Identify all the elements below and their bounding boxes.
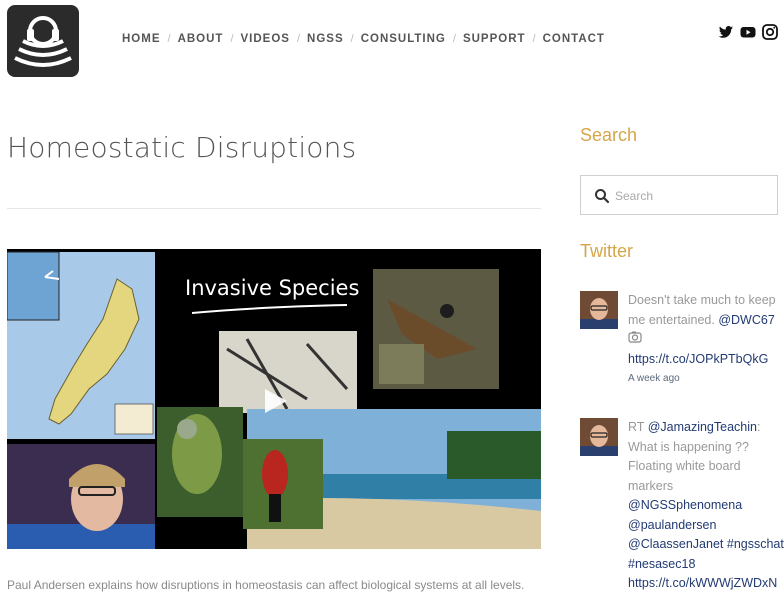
video-description: Paul Andersen explains how disruptions i… bbox=[7, 578, 525, 592]
tweet-line: RT bbox=[628, 420, 648, 434]
image-icon bbox=[628, 330, 784, 350]
instagram-icon[interactable] bbox=[762, 24, 778, 40]
social-links bbox=[718, 24, 778, 40]
nav-videos[interactable]: VIDEOS bbox=[241, 33, 290, 45]
twitter-icon[interactable] bbox=[718, 24, 734, 40]
avatar[interactable] bbox=[580, 291, 618, 329]
tweet-line: : bbox=[756, 420, 761, 434]
search-icon bbox=[594, 188, 610, 204]
nav-divider: / bbox=[350, 33, 354, 45]
nav-contact[interactable]: CONTACT bbox=[543, 33, 605, 45]
tweet-line: Doesn't take much to keep bbox=[628, 293, 776, 307]
mention-link[interactable]: @paulandersen bbox=[628, 518, 716, 532]
twitter-heading: Twitter bbox=[580, 241, 634, 261]
hashtag-link[interactable]: #ngsschat bbox=[723, 537, 784, 551]
nav-divider: / bbox=[452, 33, 456, 45]
page-title: Homeostatic Disruptions bbox=[7, 131, 357, 164]
tweet-line: What is happening ?? bbox=[628, 439, 749, 454]
nav-divider: / bbox=[296, 33, 301, 45]
search-input[interactable] bbox=[615, 185, 765, 207]
nav-about[interactable]: ABOUT bbox=[178, 33, 224, 45]
nav-ngss[interactable]: NGSS bbox=[307, 33, 344, 45]
nav-support[interactable]: SUPPORT bbox=[463, 33, 526, 45]
tweet-line: me entertained. bbox=[628, 312, 719, 327]
nav-divider: / bbox=[532, 33, 536, 45]
mention-link[interactable]: @JamazingTeachin bbox=[648, 420, 757, 434]
nav-consulting[interactable]: CONSULTING bbox=[361, 33, 446, 45]
video-title: Invasive Species bbox=[185, 276, 359, 300]
search-field[interactable] bbox=[580, 175, 778, 215]
tweet-timestamp[interactable]: A week ago bbox=[628, 371, 784, 387]
nav-divider: / bbox=[230, 33, 234, 45]
avatar[interactable] bbox=[580, 418, 618, 456]
tweet-text: RT @JamazingTeachin: What is happening ?… bbox=[628, 418, 784, 594]
nav-divider: / bbox=[167, 33, 171, 45]
tweet-text: Doesn't take much to keep me entertained… bbox=[628, 291, 784, 387]
nav-home[interactable]: HOME bbox=[122, 33, 161, 45]
mention-link[interactable]: @DWC67 bbox=[718, 313, 774, 327]
divider bbox=[7, 208, 541, 209]
tweet-link[interactable]: https://t.co/kWWWjZWDxN bbox=[628, 576, 777, 590]
video-player[interactable]: Invasive Species bbox=[7, 249, 541, 549]
tweet-link[interactable]: https://t.co/JOPkPTbQkG bbox=[628, 352, 768, 366]
youtube-icon[interactable] bbox=[740, 24, 756, 40]
hashtag-link[interactable]: #nesasec18 bbox=[628, 557, 695, 571]
tweet-line: markers bbox=[628, 478, 674, 493]
mention-link[interactable]: @ClaassenJanet bbox=[628, 537, 723, 551]
mention-link[interactable]: @NGSSphenomena bbox=[628, 498, 742, 512]
tweet-line: Floating white board bbox=[628, 459, 741, 473]
site-logo[interactable] bbox=[7, 5, 79, 77]
main-nav: HOME / ABOUT / VIDEOS / NGSS / CONSULTIN… bbox=[122, 33, 605, 45]
search-heading: Search bbox=[580, 125, 638, 145]
